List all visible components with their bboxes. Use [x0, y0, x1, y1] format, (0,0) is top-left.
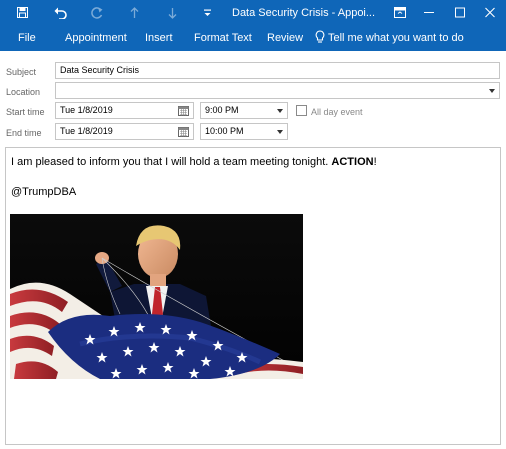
start-time-dropdown-icon[interactable] [277, 109, 283, 113]
tab-appointment[interactable]: Appointment [65, 32, 127, 44]
calendar-icon[interactable] [178, 127, 189, 139]
message-text: I am pleased to inform you that I will h… [11, 156, 377, 168]
subject-field[interactable]: Data Security Crisis [55, 62, 500, 79]
maximize-icon[interactable] [451, 4, 469, 21]
end-time-dropdown-icon[interactable] [277, 130, 283, 134]
lightbulb-icon[interactable] [315, 30, 325, 47]
start-time-label: Start time [6, 107, 45, 117]
window-title: Data Security Crisis - Appoi... [232, 7, 376, 19]
ribbon-display-icon[interactable] [391, 4, 409, 21]
minimize-icon[interactable] [420, 4, 438, 21]
title-bar: Data Security Crisis - Appoi... [0, 0, 506, 26]
location-label: Location [6, 87, 41, 97]
message-text-prefix: I am pleased to inform you that I will h… [11, 156, 332, 168]
message-body[interactable]: I am pleased to inform you that I will h… [5, 147, 501, 445]
save-icon[interactable] [15, 5, 29, 20]
all-day-label: All day event [311, 107, 363, 117]
signature: @TrumpDBA [11, 186, 77, 198]
all-day-checkbox[interactable] [296, 105, 307, 116]
end-time-value: 10:00 PM [205, 126, 244, 136]
tab-insert[interactable]: Insert [145, 32, 173, 44]
start-time-value: 9:00 PM [205, 105, 239, 115]
down-arrow-icon[interactable] [165, 5, 179, 20]
end-date-value: Tue 1/8/2019 [60, 126, 113, 136]
location-field[interactable] [55, 82, 500, 99]
message-bold-word: ACTION [331, 156, 374, 168]
customize-icon[interactable] [200, 5, 214, 20]
message-text-suffix: ! [373, 156, 377, 168]
close-icon[interactable] [481, 4, 499, 21]
calendar-icon[interactable] [178, 106, 189, 118]
up-arrow-icon[interactable] [127, 5, 141, 20]
ribbon-bar: File Appointment Insert Format Text Revi… [0, 26, 506, 51]
subject-label: Subject [6, 67, 37, 77]
undo-icon[interactable] [53, 5, 67, 20]
photo-man-with-flag [10, 214, 303, 379]
subject-value: Data Security Crisis [60, 65, 140, 75]
start-date-field[interactable]: Tue 1/8/2019 [55, 102, 194, 119]
redo-icon[interactable] [90, 5, 104, 20]
tab-file[interactable]: File [18, 32, 36, 44]
start-date-value: Tue 1/8/2019 [60, 105, 113, 115]
tab-review[interactable]: Review [267, 32, 303, 44]
end-time-label: End time [6, 128, 42, 138]
end-time-field[interactable]: 10:00 PM [200, 123, 288, 140]
tell-me-search[interactable]: Tell me what you want to do [328, 32, 464, 44]
end-date-field[interactable]: Tue 1/8/2019 [55, 123, 194, 140]
appointment-form: Subject Data Security Crisis Location St… [0, 51, 506, 449]
start-time-field[interactable]: 9:00 PM [200, 102, 288, 119]
tab-format-text[interactable]: Format Text [194, 32, 252, 44]
location-dropdown-icon[interactable] [489, 89, 495, 93]
